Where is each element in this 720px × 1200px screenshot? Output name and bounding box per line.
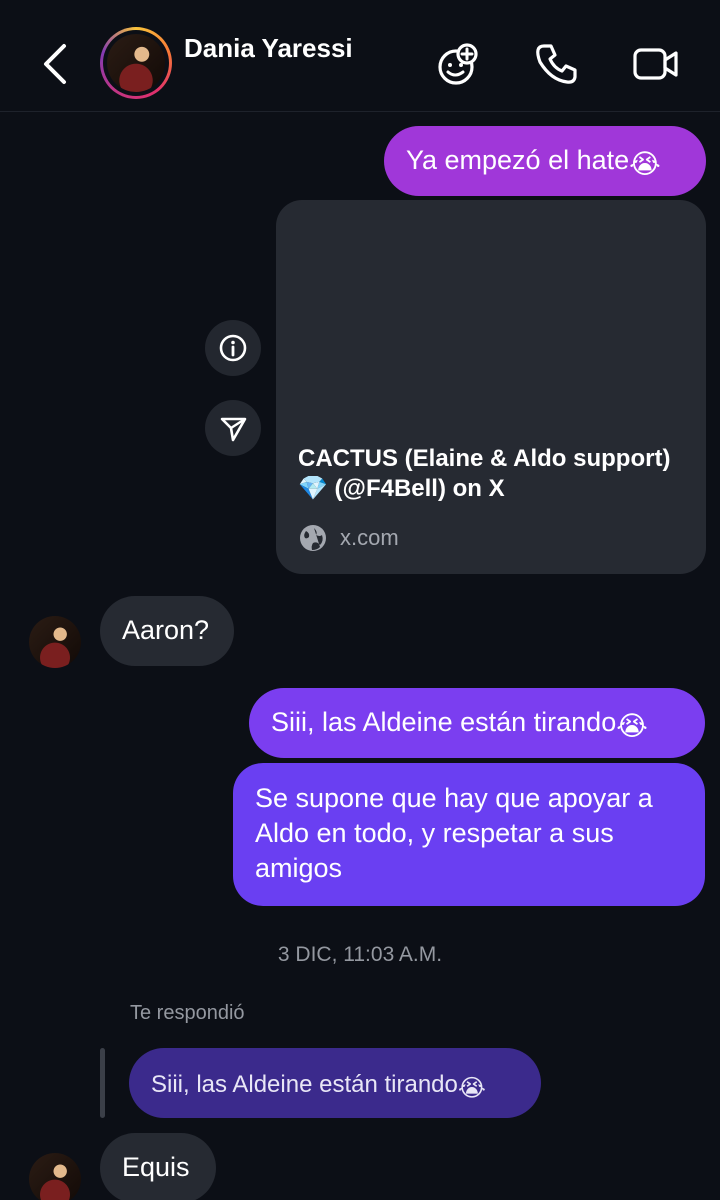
back-button[interactable] [38, 40, 78, 88]
globe-icon [300, 525, 326, 551]
add-friend-button[interactable] [434, 40, 482, 88]
outgoing-message[interactable]: Siii, las Aldeine están tirando😭 [249, 688, 705, 758]
contact-name[interactable]: Dania Yaressi [184, 33, 353, 64]
info-button[interactable] [205, 320, 261, 376]
link-domain: x.com [340, 525, 399, 550]
send-icon [220, 417, 247, 442]
message-line: Se supone que hay que apoyar a [255, 783, 653, 813]
contact-avatar[interactable] [100, 27, 172, 99]
outgoing-message[interactable]: Se supone que hay que apoyar a Aldo en t… [233, 763, 705, 906]
video-call-button[interactable] [632, 40, 680, 88]
reply-label: Te respondió [130, 1002, 245, 1024]
info-icon [219, 334, 247, 362]
incoming-message[interactable]: Aaron? [100, 596, 234, 666]
message-text: Siii, las Aldeine están tirando [151, 1071, 458, 1098]
link-domain-row: x.com [298, 521, 399, 555]
add-friend-icon [438, 43, 478, 85]
crying-emoji: 😭 [457, 1075, 486, 1102]
message-text: Equis [122, 1152, 190, 1182]
share-button[interactable] [205, 400, 261, 456]
link-title: CACTUS (Elaine & Aldo support) 💎 (@F4Bel… [298, 445, 671, 502]
chat-header: Dania Yaressi [0, 0, 720, 112]
message-text: Siii, las Aldeine están tirando [271, 707, 617, 737]
crying-emoji: 😭 [629, 149, 661, 179]
video-icon [633, 48, 678, 80]
back-icon [44, 44, 66, 84]
message-line: Aldo en todo, y respetar a sus [255, 818, 614, 848]
crying-emoji: 😭 [616, 711, 648, 741]
sender-avatar[interactable] [29, 616, 81, 668]
sender-avatar[interactable] [29, 1153, 81, 1200]
phone-icon [536, 44, 577, 84]
message-line: amigos [255, 853, 343, 883]
voice-call-button[interactable] [532, 40, 580, 88]
message-text: Ya empezó el hate [406, 145, 630, 175]
message-timestamp: 3 DIC, 11:03 A.M. [277, 943, 443, 966]
outgoing-message[interactable]: Ya empezó el hate😭 [384, 126, 706, 196]
reply-indicator-bar [100, 1048, 105, 1118]
message-text: Aaron? [122, 615, 210, 645]
incoming-message[interactable]: Equis [100, 1133, 216, 1200]
link-preview-card[interactable]: CACTUS (Elaine & Aldo support) 💎 (@F4Bel… [276, 200, 706, 574]
quoted-reply-message[interactable]: Siii, las Aldeine están tirando😭 [129, 1048, 541, 1118]
